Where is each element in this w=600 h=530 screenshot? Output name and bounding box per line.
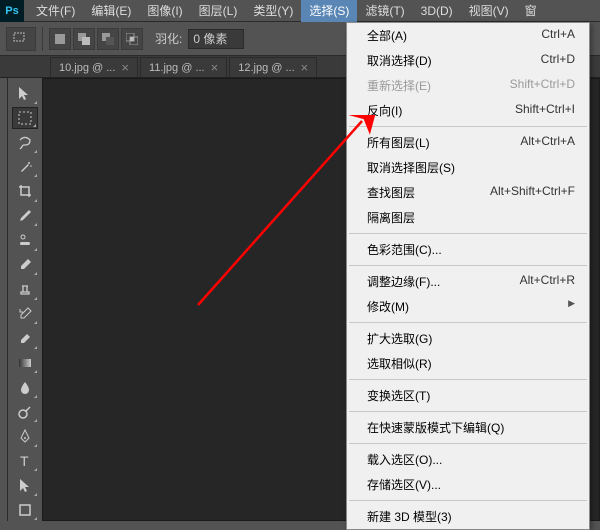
menu-filter[interactable]: 滤镜(T) xyxy=(357,0,412,22)
menu-item[interactable]: 所有图层(L)Alt+Ctrl+A xyxy=(347,130,589,155)
menu-item: 重新选择(E)Shift+Ctrl+D xyxy=(347,73,589,98)
feather-label: 羽化: xyxy=(155,30,182,47)
menu-type[interactable]: 类型(Y) xyxy=(245,0,301,22)
tool-preset-icon[interactable] xyxy=(6,27,36,51)
menu-item[interactable]: 扩大选取(G) xyxy=(347,326,589,351)
move-tool-icon[interactable] xyxy=(12,82,38,105)
history-brush-tool-icon[interactable] xyxy=(12,303,38,326)
menu-item[interactable]: 调整边缘(F)...Alt+Ctrl+R xyxy=(347,269,589,294)
close-icon[interactable]: × xyxy=(121,60,129,75)
menu-window[interactable]: 窗 xyxy=(517,0,545,22)
marquee-tool-icon[interactable] xyxy=(12,107,38,130)
add-selection-icon[interactable] xyxy=(73,28,95,50)
dodge-tool-icon[interactable] xyxy=(12,401,38,424)
menu-select[interactable]: 选择(S) xyxy=(301,0,357,22)
menu-item[interactable]: 修改(M)▶ xyxy=(347,294,589,319)
lasso-tool-icon[interactable] xyxy=(12,131,38,154)
menu-item[interactable]: 存储选区(V)... xyxy=(347,472,589,497)
menu-image[interactable]: 图像(I) xyxy=(139,0,190,22)
toolbox: T xyxy=(8,78,42,521)
menu-item[interactable]: 取消选择(D)Ctrl+D xyxy=(347,48,589,73)
shape-tool-icon[interactable] xyxy=(12,499,38,522)
pen-tool-icon[interactable] xyxy=(12,425,38,448)
eraser-tool-icon[interactable] xyxy=(12,327,38,350)
menu-item[interactable]: 隔离图层 xyxy=(347,205,589,230)
intersect-selection-icon[interactable] xyxy=(121,28,143,50)
feather-input[interactable]: 0 像素 xyxy=(188,29,244,49)
menu-item[interactable]: 取消选择图层(S) xyxy=(347,155,589,180)
selection-mode-group xyxy=(49,28,143,50)
magic-wand-tool-icon[interactable] xyxy=(12,156,38,179)
healing-brush-tool-icon[interactable] xyxy=(12,229,38,252)
menu-item[interactable]: 载入选区(O)... xyxy=(347,447,589,472)
menu-item[interactable]: 全部(A)Ctrl+A xyxy=(347,23,589,48)
menu-file[interactable]: 文件(F) xyxy=(28,0,83,22)
new-selection-icon[interactable] xyxy=(49,28,71,50)
menu-layer[interactable]: 图层(L) xyxy=(191,0,246,22)
menu-item[interactable]: 在快速蒙版模式下编辑(Q) xyxy=(347,415,589,440)
document-tab[interactable]: 11.jpg @ ...× xyxy=(140,57,227,77)
menu-item[interactable]: 反向(I)Shift+Ctrl+I xyxy=(347,98,589,123)
clone-stamp-tool-icon[interactable] xyxy=(12,278,38,301)
blur-tool-icon[interactable] xyxy=(12,376,38,399)
subtract-selection-icon[interactable] xyxy=(97,28,119,50)
menu-item[interactable]: 选取相似(R) xyxy=(347,351,589,376)
close-icon[interactable]: × xyxy=(301,60,309,75)
menu-bar: Ps 文件(F) 编辑(E) 图像(I) 图层(L) 类型(Y) 选择(S) 滤… xyxy=(0,0,600,22)
select-menu-dropdown: 全部(A)Ctrl+A取消选择(D)Ctrl+D重新选择(E)Shift+Ctr… xyxy=(346,22,590,530)
path-selection-tool-icon[interactable] xyxy=(12,474,38,497)
close-icon[interactable]: × xyxy=(211,60,219,75)
app-logo: Ps xyxy=(0,0,24,22)
eyedropper-tool-icon[interactable] xyxy=(12,205,38,228)
document-tab[interactable]: 12.jpg @ ...× xyxy=(229,57,317,77)
gradient-tool-icon[interactable] xyxy=(12,352,38,375)
menu-item[interactable]: 查找图层Alt+Shift+Ctrl+F xyxy=(347,180,589,205)
menu-view[interactable]: 视图(V) xyxy=(461,0,517,22)
text-tool-icon[interactable]: T xyxy=(12,450,38,473)
menu-item[interactable]: 色彩范围(C)... xyxy=(347,237,589,262)
menu-item[interactable]: 变换选区(T) xyxy=(347,383,589,408)
menu-edit[interactable]: 编辑(E) xyxy=(83,0,139,22)
crop-tool-icon[interactable] xyxy=(12,180,38,203)
brush-tool-icon[interactable] xyxy=(12,254,38,277)
menu-3d[interactable]: 3D(D) xyxy=(413,1,461,21)
document-tab[interactable]: 10.jpg @ ...× xyxy=(50,57,138,77)
menu-item[interactable]: 新建 3D 模型(3) xyxy=(347,504,589,529)
left-gutter xyxy=(0,78,8,521)
svg-text:T: T xyxy=(20,453,29,469)
